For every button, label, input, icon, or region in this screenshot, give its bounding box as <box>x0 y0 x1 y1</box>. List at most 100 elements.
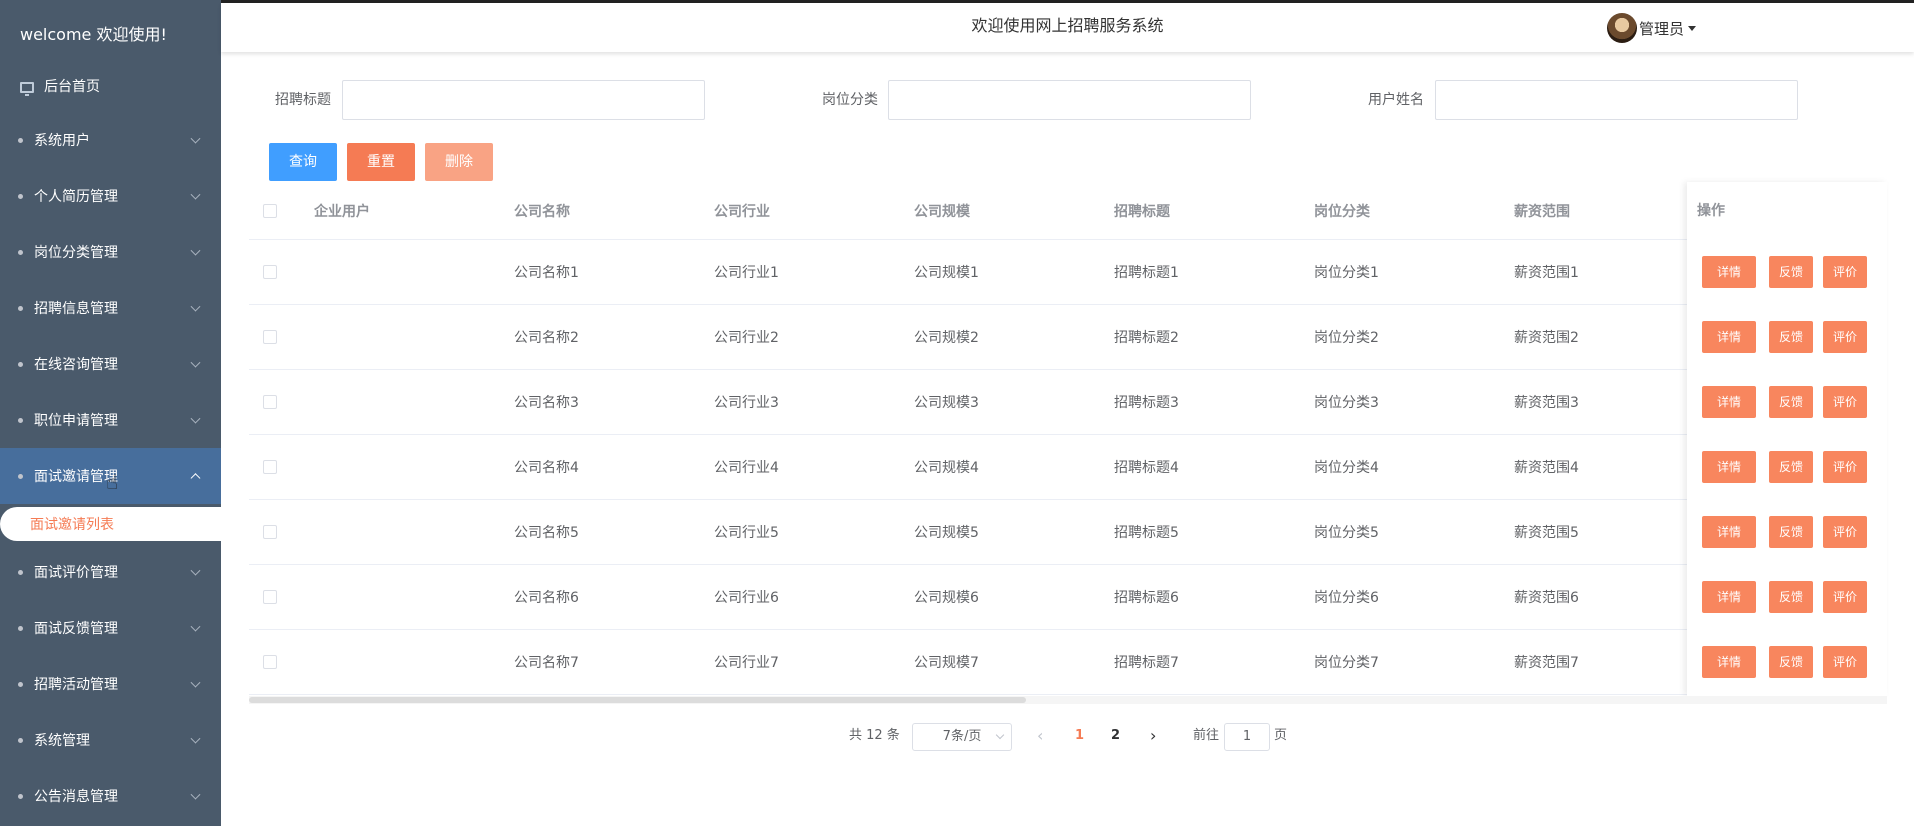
feedback-button[interactable]: 反馈 <box>1769 386 1813 418</box>
chevron-down-icon <box>190 621 201 632</box>
detail-button[interactable]: 详情 <box>1702 321 1756 353</box>
row-checkbox[interactable] <box>263 525 277 539</box>
sidebar-item-label: 岗位分类管理 <box>34 245 118 261</box>
sidebar-item[interactable]: 系统用户 <box>0 112 221 168</box>
chevron-down-icon <box>190 357 201 368</box>
detail-button[interactable]: 详情 <box>1702 516 1756 548</box>
detail-button[interactable]: 详情 <box>1702 581 1756 613</box>
table-cell: 公司名称2 <box>514 330 579 346</box>
feedback-button[interactable]: 反馈 <box>1769 451 1813 483</box>
caret-down-icon <box>1688 25 1697 31</box>
bullet-icon <box>18 473 23 479</box>
row-checkbox[interactable] <box>263 460 277 474</box>
table-cell: 岗位分类5 <box>1314 525 1379 541</box>
row-checkbox[interactable] <box>263 330 277 344</box>
review-button[interactable]: 评价 <box>1823 516 1867 548</box>
category-search-input[interactable] <box>888 80 1251 120</box>
review-button[interactable]: 评价 <box>1823 321 1867 353</box>
column-header: 公司行业 <box>714 203 770 220</box>
reset-button[interactable]: 重置 <box>347 143 415 181</box>
sidebar-item[interactable]: 岗位分类管理 <box>0 224 221 280</box>
sidebar-item-label: 招聘信息管理 <box>34 301 118 317</box>
table-cell: 公司名称3 <box>514 395 579 411</box>
column-header: 公司规模 <box>914 203 970 220</box>
detail-button[interactable]: 详情 <box>1702 451 1756 483</box>
chevron-down-icon <box>190 677 201 688</box>
goto-suffix: 页 <box>1274 728 1288 743</box>
table-row: 公司名称5 公司行业5 公司规模5 招聘标题5 岗位分类5 薪资范围5 <box>249 500 1887 565</box>
pagination: 共 12 条 7条/页 ‹ 1 2 › 前往 1 页 <box>0 720 1914 752</box>
title-search-input[interactable] <box>342 80 705 120</box>
page-number[interactable]: 2 <box>1111 720 1120 752</box>
table-cell: 薪资范围2 <box>1514 330 1579 346</box>
review-button[interactable]: 评价 <box>1823 646 1867 678</box>
fixed-actions-column: 操作 详情 反馈 评价 详情 反馈 评价 详情 反馈 评价 详情 反馈 评价 详情 反馈 评价 详情 反馈 评价详… <box>1687 182 1887 696</box>
review-button[interactable]: 评价 <box>1823 256 1867 288</box>
username-search-input[interactable] <box>1435 80 1798 120</box>
bullet-icon <box>18 305 23 311</box>
table-cell: 公司行业2 <box>714 330 779 346</box>
bullet-icon <box>18 625 23 631</box>
table-cell: 公司规模7 <box>914 655 979 671</box>
row-checkbox[interactable] <box>263 655 277 669</box>
chevron-up-icon <box>190 473 201 484</box>
feedback-button[interactable]: 反馈 <box>1769 256 1813 288</box>
chevron-down-icon <box>190 133 201 144</box>
data-table: 企业用户 公司名称 公司行业 公司规模 招聘标题 岗位分类 薪资范围 公司名称1… <box>249 182 1887 696</box>
table-cell: 公司规模5 <box>914 525 979 541</box>
sidebar-item[interactable]: 招聘信息管理 <box>0 280 221 336</box>
table-cell: 公司行业6 <box>714 590 779 606</box>
table-row: 公司名称2 公司行业2 公司规模2 招聘标题2 岗位分类2 薪资范围2 <box>249 305 1887 370</box>
sidebar-item[interactable]: 招聘活动管理 <box>0 656 221 712</box>
sidebar-item[interactable]: 职位申请管理 <box>0 392 221 448</box>
user-menu[interactable]: 管理员 <box>1607 13 1697 43</box>
table-cell: 岗位分类6 <box>1314 590 1379 606</box>
chevron-down-icon <box>190 189 201 200</box>
feedback-button[interactable]: 反馈 <box>1769 516 1813 548</box>
table-cell: 岗位分类2 <box>1314 330 1379 346</box>
row-checkbox[interactable] <box>263 265 277 279</box>
review-button[interactable]: 评价 <box>1823 581 1867 613</box>
bullet-icon <box>18 193 23 199</box>
sidebar-item-home[interactable]: 后台首页 <box>0 70 221 104</box>
sidebar-item[interactable]: 公告消息管理 <box>0 768 221 824</box>
submenu-item-interview-list[interactable]: 面试邀请列表 <box>0 507 221 541</box>
table-scrollbar[interactable] <box>249 696 1887 704</box>
table-cell: 公司名称7 <box>514 655 579 671</box>
table-cell: 薪资范围6 <box>1514 590 1579 606</box>
search-bar: 招聘标题 岗位分类 用户姓名 <box>221 80 1914 120</box>
review-button[interactable]: 评价 <box>1823 451 1867 483</box>
chevron-down-icon <box>190 301 201 312</box>
row-checkbox[interactable] <box>263 590 277 604</box>
sidebar-item[interactable]: 面试评价管理 <box>0 544 221 600</box>
column-header: 岗位分类 <box>1314 203 1370 220</box>
table-cell: 招聘标题2 <box>1114 330 1179 346</box>
scrollbar-thumb[interactable] <box>249 697 1026 703</box>
sidebar-item[interactable]: 面试反馈管理 <box>0 600 221 656</box>
page-number[interactable]: 1 <box>1075 720 1084 752</box>
query-button[interactable]: 查询 <box>269 143 337 181</box>
column-header: 招聘标题 <box>1114 203 1170 220</box>
review-button[interactable]: 评价 <box>1823 386 1867 418</box>
bullet-icon <box>18 569 23 575</box>
delete-button[interactable]: 删除 <box>425 143 493 181</box>
feedback-button[interactable]: 反馈 <box>1769 321 1813 353</box>
page-size-select[interactable]: 7条/页 <box>912 723 1012 751</box>
sidebar-item[interactable]: 在线咨询管理 <box>0 336 221 392</box>
goto-page-input[interactable]: 1 <box>1224 723 1270 751</box>
column-header: 薪资范围 <box>1514 203 1570 220</box>
bullet-icon <box>18 361 23 367</box>
table-cell: 公司行业7 <box>714 655 779 671</box>
next-page-button[interactable]: › <box>1150 720 1156 752</box>
monitor-icon <box>20 81 34 96</box>
table-cell: 公司名称6 <box>514 590 579 606</box>
detail-button[interactable]: 详情 <box>1702 386 1756 418</box>
row-checkbox[interactable] <box>263 395 277 409</box>
sidebar-item[interactable]: 个人简历管理 <box>0 168 221 224</box>
feedback-button[interactable]: 反馈 <box>1769 646 1813 678</box>
detail-button[interactable]: 详情 <box>1702 256 1756 288</box>
detail-button[interactable]: 详情 <box>1702 646 1756 678</box>
select-all-checkbox[interactable] <box>263 203 277 218</box>
feedback-button[interactable]: 反馈 <box>1769 581 1813 613</box>
prev-page-button[interactable]: ‹ <box>1037 720 1043 752</box>
